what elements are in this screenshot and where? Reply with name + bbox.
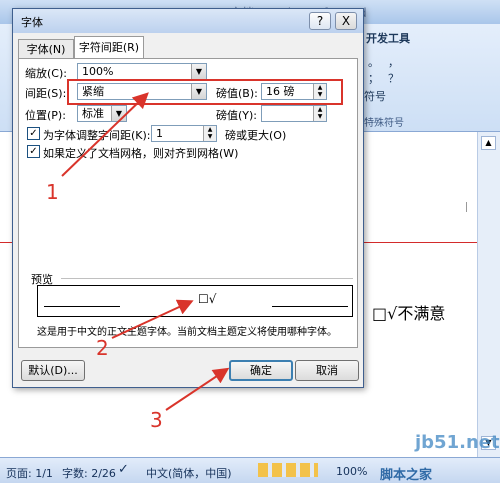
annotation-number-2: 2	[96, 336, 109, 360]
annotation-number-3: 3	[150, 408, 163, 432]
arrow-3	[165, 367, 230, 411]
annotation-number-1: 1	[46, 180, 59, 204]
arrow-1	[61, 92, 149, 177]
arrow-2	[111, 299, 194, 339]
annotation-arrows	[61, 92, 230, 411]
